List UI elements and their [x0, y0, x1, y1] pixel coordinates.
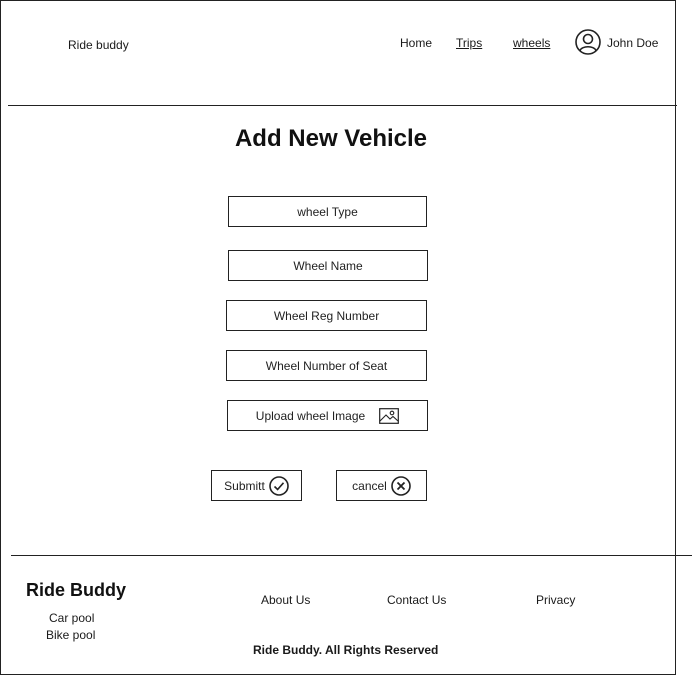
cancel-button[interactable]: cancel [336, 470, 427, 501]
page-title: Add New Vehicle [234, 125, 428, 152]
wheel-name-field[interactable]: Wheel Name [228, 250, 428, 281]
close-circle-icon [391, 475, 411, 496]
submit-button[interactable]: Submitt [211, 470, 302, 501]
header-divider [8, 105, 677, 106]
user-name[interactable]: John Doe [607, 36, 658, 50]
footer-about-link[interactable]: About Us [261, 593, 310, 607]
check-circle-icon [269, 475, 289, 496]
footer-privacy-link[interactable]: Privacy [536, 593, 575, 607]
nav-trips-link[interactable]: Trips [456, 36, 482, 50]
wheel-reg-number-field[interactable]: Wheel Reg Number [226, 300, 427, 331]
footer-service-car-pool[interactable]: Car pool [49, 611, 94, 625]
footer-brand: Ride Buddy [26, 580, 127, 600]
footer-service-bike-pool[interactable]: Bike pool [46, 628, 95, 642]
brand-logo[interactable]: Ride buddy [68, 38, 129, 52]
upload-image-label: Upload wheel Image [255, 408, 366, 423]
cancel-button-label: cancel [352, 478, 387, 493]
wheel-type-field[interactable]: wheel Type [228, 196, 427, 227]
page-frame [0, 0, 676, 675]
copyright-text: Ride Buddy. All Rights Reserved [253, 643, 439, 657]
upload-image-field[interactable]: Upload wheel Image [227, 400, 428, 431]
wheel-seats-field[interactable]: Wheel Number of Seat [226, 350, 427, 381]
image-icon [379, 407, 400, 424]
nav-home-link[interactable]: Home [400, 36, 432, 50]
submit-button-label: Submitt [224, 478, 265, 493]
user-avatar-icon[interactable] [575, 29, 601, 55]
nav-wheels-link[interactable]: wheels [513, 36, 550, 50]
footer-contact-link[interactable]: Contact Us [387, 593, 446, 607]
footer-divider [11, 555, 692, 556]
